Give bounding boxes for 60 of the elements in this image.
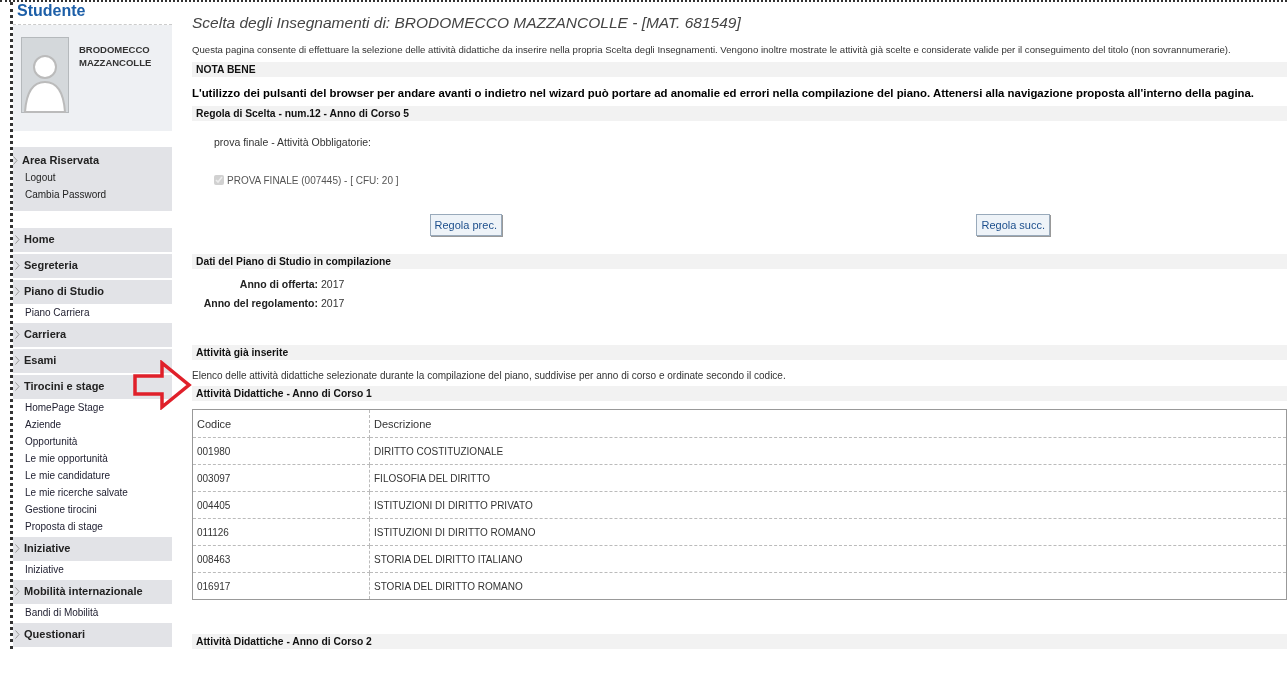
- chevron-icon: [13, 155, 18, 165]
- reserved-area-heading: Area Riservata: [22, 153, 100, 168]
- menu-item[interactable]: Le mie candidature: [13, 466, 172, 484]
- menu-item[interactable]: Gestione tirocini: [13, 500, 172, 518]
- user-name: BRODOMECCO MAZZANCOLLE: [79, 43, 151, 70]
- chevron-icon: [15, 261, 20, 270]
- warning-text: L'utilizzo dei pulsanti del browser per andare avanti o indietro nel wizard può portare ad anomalie ed errori nella compilazione del piano. Attenersi alla navigazione proposta all'interno della pagina.: [192, 86, 1255, 101]
- rule-group-label: prova finale - Attività Obbligatorie:: [214, 135, 372, 151]
- menu-section[interactable]: Questionari: [13, 622, 172, 647]
- menu-section[interactable]: Carriera: [13, 322, 172, 347]
- section-header: Regola di Scelta - num.12 - Anno di Corso 5: [192, 106, 1287, 122]
- description-text: Elenco delle attività didattiche selezionate durante la compilazione del piano, suddivise per anno di corso e ordinate secondo il codice.: [192, 369, 787, 384]
- chevron-icon: [15, 544, 20, 553]
- menu-section[interactable]: Esami: [13, 348, 172, 373]
- menu-item[interactable]: Le mie opportunità: [13, 449, 172, 467]
- section-header: NOTA BENE: [192, 62, 1287, 77]
- activity-label: PROVA FINALE (007445) - [ CFU: 20 ]: [227, 173, 399, 188]
- sidebar-link[interactable]: Cambia Password: [13, 185, 172, 203]
- chevron-icon: [15, 287, 20, 296]
- section-header: Attività già inserite: [192, 345, 1287, 361]
- page-title: Scelta degli Insegnamenti di: BRODOMECCO MAZZANCOLLE - [MAT. 681549]: [192, 14, 742, 33]
- field-label: Anno del regolamento:: [202, 296, 318, 312]
- menu-item[interactable]: Aziende: [13, 415, 172, 433]
- chevron-icon: [15, 630, 20, 639]
- table-cell: 008463: [192, 545, 370, 573]
- menu-item[interactable]: Opportunità: [13, 432, 172, 450]
- menu-item[interactable]: Le mie ricerche salvate: [13, 483, 172, 501]
- menu-item[interactable]: Piano Carriera: [13, 303, 172, 321]
- field-label: Anno di offerta:: [238, 277, 318, 293]
- intro-text: Questa pagina consente di effettuare la selezione delle attività didattiche da inserire nella propria Scelta degli Insegnamenti. Vengono inoltre mostrate le attività già scelte e considerate valide per il conseguimento del titolo (non sovrannumerarie).: [192, 42, 1232, 57]
- table-cell: 004405: [192, 491, 370, 519]
- chevron-icon: [15, 330, 20, 339]
- menu-section[interactable]: Home: [13, 227, 172, 252]
- rule-nav-button[interactable]: Regola prec.: [429, 213, 502, 237]
- table-cell: 011126: [192, 518, 370, 546]
- menu-item[interactable]: Iniziative: [13, 560, 172, 578]
- chevron-icon: [15, 356, 20, 365]
- chevron-icon: [15, 235, 20, 244]
- avatar-placeholder-icon: [21, 37, 69, 113]
- menu-item[interactable]: Proposta di stage: [13, 517, 172, 535]
- section-header: Dati del Piano di Studio in compilazione: [192, 254, 1287, 270]
- field-value: 2017: [321, 277, 345, 293]
- arrow-annotation: [132, 360, 192, 410]
- menu-section[interactable]: Mobilità internazionale: [13, 579, 172, 604]
- section-header: Attività Didattiche - Anno di Corso 2: [192, 634, 1287, 650]
- field-value: 2017: [321, 296, 345, 312]
- chevron-icon: [15, 587, 20, 596]
- menu-section[interactable]: Iniziative: [13, 536, 172, 561]
- menu-item[interactable]: HomePage Stage: [13, 398, 172, 416]
- chevron-icon: [15, 382, 20, 391]
- table-cell: 001980: [192, 437, 370, 465]
- column-header: Codice: [192, 409, 370, 438]
- table-cell: 003097: [192, 464, 370, 492]
- section-header: Attività Didattiche - Anno di Corso 1: [192, 386, 1287, 402]
- menu-item[interactable]: Bandi di Mobilità: [13, 603, 172, 621]
- menu-section[interactable]: Piano di Studio: [13, 279, 172, 304]
- menu-section[interactable]: Tirocini e stage: [13, 374, 172, 399]
- sidebar-link[interactable]: Logout: [13, 168, 172, 186]
- rule-nav-button[interactable]: Regola succ.: [976, 213, 1051, 237]
- menu-section[interactable]: Segreteria: [13, 253, 172, 278]
